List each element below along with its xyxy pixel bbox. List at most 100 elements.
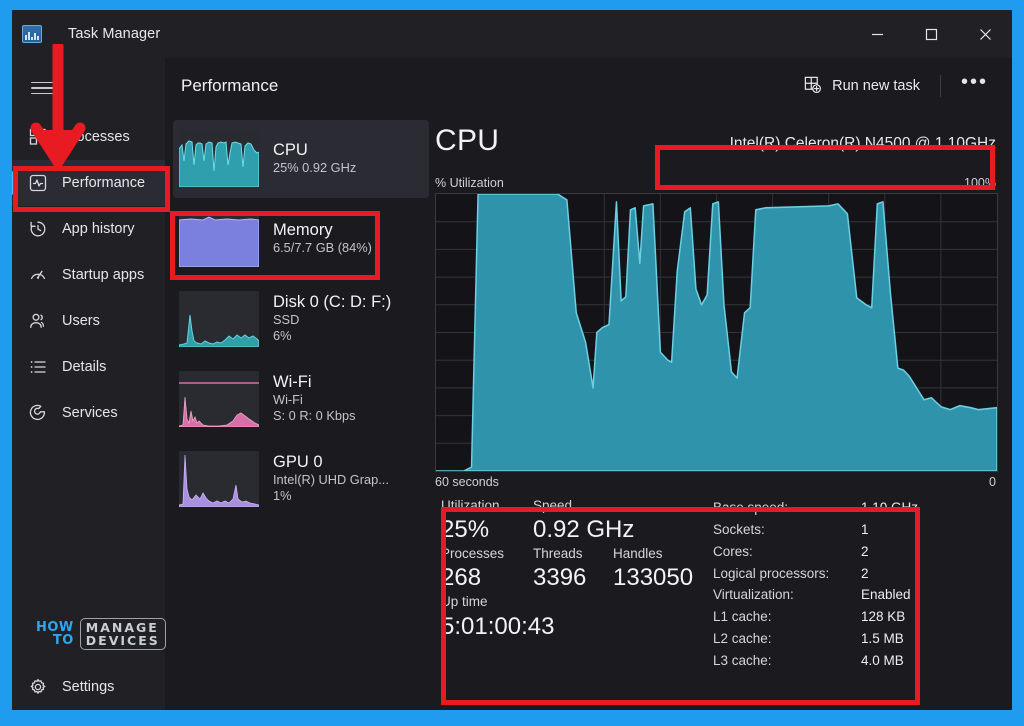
stat-value: 268 <box>441 564 482 592</box>
resource-text: Disk 0 (C: D: F:) SSD 6% <box>273 293 391 345</box>
content-toolbar: Performance Run new task ••• <box>165 58 1012 114</box>
cpu-detail-panel: CPU Intel(R) Celeron(R) N4500 @ 1.10GHz … <box>429 114 1012 710</box>
cpu-info-value: 4.0 MB <box>861 653 904 669</box>
watermark-howto: HOW TO <box>36 619 74 648</box>
sidebar-item-users[interactable]: Users <box>12 298 165 344</box>
cpu-info-value: 2 <box>861 565 869 581</box>
gear-icon <box>28 677 48 697</box>
stat-processes: Processes 268 <box>441 545 533 593</box>
stat-value: 5:01:00:43 <box>441 612 555 640</box>
stat-label: Up time <box>441 594 488 610</box>
cpu-info-key: Virtualization: <box>713 587 794 603</box>
hamburger-icon[interactable] <box>23 68 63 108</box>
main-content: Performance Run new task ••• CPU 25% 0.9… <box>165 58 1012 710</box>
users-icon <box>28 311 48 331</box>
sidebar-item-app-history[interactable]: App history <box>12 206 165 252</box>
stat-threads: Threads 3396 <box>533 545 613 593</box>
window-title: Task Manager <box>68 26 161 42</box>
task-manager-window: Task Manager Processes Performance App h… <box>12 10 1012 710</box>
resource-name: Memory <box>273 221 333 240</box>
resource-text: CPU 25% 0.92 GHz <box>273 141 356 177</box>
watermark-to: TO <box>52 633 74 648</box>
maximize-button[interactable] <box>904 10 958 58</box>
close-button[interactable] <box>958 10 1012 58</box>
minimize-button[interactable] <box>850 10 904 58</box>
startup-icon <box>28 265 48 285</box>
graph-y-axis-max: 100% <box>964 176 996 190</box>
cpu-info-value: 128 KB <box>861 609 906 625</box>
run-new-task-icon <box>803 75 822 98</box>
resource-list: CPU 25% 0.92 GHz Memory 6.5/7.7 GB (84%)… <box>165 114 429 710</box>
stat-uptime: Up time 5:01:00:43 <box>441 593 703 641</box>
sidebar-item-services[interactable]: Services <box>12 390 165 436</box>
processes-icon <box>28 127 48 147</box>
cpu-info-row: L3 cache: 4.0 MB <box>713 650 998 672</box>
cpu-stats-row1: Utilization 25% Speed 0.92 GHz <box>441 497 703 545</box>
sidebar-item-label: Processes <box>62 129 130 145</box>
sidebar-item-processes[interactable]: Processes <box>12 114 165 160</box>
resource-sub1: SSD <box>273 311 300 327</box>
performance-icon <box>28 173 48 193</box>
cpu-info-row: Cores: 2 <box>713 541 998 563</box>
watermark-how: HOW <box>36 619 74 635</box>
resource-name: Wi-Fi <box>273 372 312 391</box>
cpu-graph-svg <box>436 194 997 471</box>
cpu-info-key: Cores: <box>713 543 753 559</box>
resource-sub2: 1% <box>273 488 292 504</box>
resource-text: Memory 6.5/7.7 GB (84%) <box>273 221 372 257</box>
window-controls <box>850 10 1012 58</box>
cpu-info-row: Base speed: 1.10 GHz <box>713 497 998 519</box>
cpu-stats-left: Utilization 25% Speed 0.92 GHz Processes… <box>441 497 703 672</box>
sidebar-item-label: Startup apps <box>62 267 145 283</box>
sidebar-item-label: Settings <box>62 679 115 695</box>
resource-sub1: 6.5/7.7 GB (84%) <box>273 240 372 256</box>
sidebar-item-startup-apps[interactable]: Startup apps <box>12 252 165 298</box>
resource-item-disk0[interactable]: Disk 0 (C: D: F:) SSD 6% <box>173 280 429 358</box>
gpu-thumbnail <box>179 451 259 507</box>
cpu-model-name: Intel(R) Celeron(R) N4500 @ 1.10GHz <box>729 135 996 152</box>
sidebar-item-label: Details <box>62 359 107 375</box>
stat-label: Speed <box>533 498 573 513</box>
resource-item-cpu[interactable]: CPU 25% 0.92 GHz <box>173 120 429 198</box>
services-icon <box>28 403 48 423</box>
page-title: Performance <box>181 76 279 95</box>
run-new-task-button[interactable]: Run new task <box>793 68 930 105</box>
stat-label: Handles <box>613 546 663 562</box>
stat-handles: Handles 133050 <box>613 545 693 593</box>
cpu-info-key: Sockets: <box>713 521 765 537</box>
cpu-info-row: Logical processors: 2 <box>713 563 998 585</box>
sidebar-item-settings[interactable]: Settings <box>12 664 165 710</box>
cpu-info-row: L1 cache: 128 KB <box>713 606 998 628</box>
resource-item-memory[interactable]: Memory 6.5/7.7 GB (84%) <box>173 200 429 278</box>
stat-speed: Speed 0.92 GHz <box>533 497 634 545</box>
details-icon <box>28 357 48 377</box>
sidebar-item-details[interactable]: Details <box>12 344 165 390</box>
resource-sub2: S: 0 R: 0 Kbps <box>273 408 356 424</box>
cpu-info-row: Virtualization: Enabled <box>713 584 998 606</box>
more-options-button[interactable]: ••• <box>951 69 998 103</box>
cpu-info-value: 1.5 MB <box>861 631 904 647</box>
stat-value: 3396 <box>533 564 587 592</box>
cpu-info-key: Base speed: <box>713 500 789 515</box>
resource-item-wifi[interactable]: Wi-Fi Wi-Fi S: 0 R: 0 Kbps <box>173 360 429 438</box>
graph-x-axis-left: 60 seconds <box>435 475 499 489</box>
resource-name: Disk 0 (C: D: F:) <box>273 292 392 311</box>
sidebar-item-performance[interactable]: Performance <box>12 160 165 206</box>
watermark-devices: DEVICES <box>85 633 160 648</box>
resource-text: GPU 0 Intel(R) UHD Grap... 1% <box>273 453 389 505</box>
stat-value: 133050 <box>613 564 694 592</box>
cpu-utilization-graph <box>435 193 998 472</box>
window-titlebar: Task Manager <box>12 10 1012 58</box>
resource-item-gpu0[interactable]: GPU 0 Intel(R) UHD Grap... 1% <box>173 440 429 518</box>
stat-label: Processes <box>441 546 505 562</box>
cpu-stats-row2: Processes 268 Threads 3396 Handles 13305… <box>441 545 703 593</box>
stat-utilization: Utilization 25% <box>441 497 533 545</box>
cpu-info-row: Sockets: 1 <box>713 519 998 541</box>
cpu-stats: Utilization 25% Speed 0.92 GHz Processes… <box>435 497 998 672</box>
sidebar: Processes Performance App history Startu… <box>12 58 166 710</box>
cpu-info-key: L1 cache: <box>713 609 772 625</box>
resource-name: GPU 0 <box>273 452 323 471</box>
graph-x-axis-right: 0 <box>989 475 996 489</box>
cpu-info-list: Base speed: 1.10 GHz Sockets: 1 Cores: 2 <box>703 497 998 672</box>
